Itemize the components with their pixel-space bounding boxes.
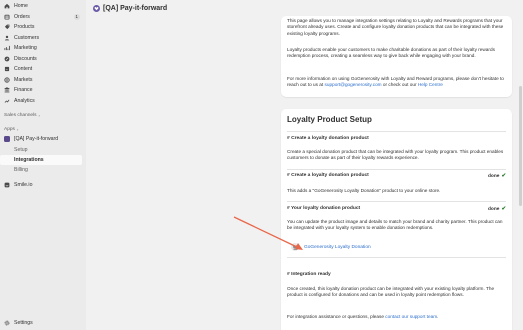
finance-icon xyxy=(4,87,10,93)
step2-text: You can update the product image and det… xyxy=(287,219,503,231)
sidebar-item-products[interactable]: Products xyxy=(0,22,86,33)
sidebar-item-label: Content xyxy=(14,66,33,73)
intro-paragraph-1: This page allows you to manage integrati… xyxy=(287,18,504,36)
sidebar-item-label: Settings xyxy=(14,319,33,326)
sidebar-app-item[interactable]: [QA] Pay-it-forward xyxy=(0,134,86,145)
step3-title: # Integration ready xyxy=(287,272,331,277)
sidebar-item-label: [QA] Pay-it-forward xyxy=(14,136,59,143)
app-logo-icon xyxy=(93,4,100,12)
page-title: [QA] Pay-it-forward xyxy=(103,4,168,12)
chevron-right-icon: › xyxy=(16,127,19,132)
sidebar-item-content[interactable]: Content xyxy=(0,64,86,75)
sidebar-item-finance[interactable]: Finance xyxy=(0,85,86,96)
sidebar-item-analytics[interactable]: Analytics xyxy=(0,96,86,107)
customers-icon xyxy=(4,35,10,41)
orders-icon xyxy=(4,14,10,20)
smile-app-icon xyxy=(4,182,10,188)
scrollbar-thumb[interactable] xyxy=(519,86,522,206)
sidebar-item-marketing[interactable]: Marketing xyxy=(0,43,86,54)
orders-count-badge: 1 xyxy=(73,13,80,20)
marketing-icon xyxy=(4,45,10,51)
sidebar-item-settings[interactable]: Settings xyxy=(0,318,33,329)
sidebar-subitem-billing[interactable]: Billing xyxy=(0,165,86,175)
sidebar-subitem-integrations[interactable]: Integrations xyxy=(0,154,82,165)
support-text: For integration assistance or questions,… xyxy=(287,314,439,319)
sidebar-subitem-setup[interactable]: Setup xyxy=(0,145,86,155)
sidebar-item-label: Finance xyxy=(14,87,33,94)
sidebar-item-smile[interactable]: Smile.io xyxy=(0,180,86,191)
app-header: [QA] Pay-it-forward xyxy=(86,0,523,16)
done-status: done ✔ xyxy=(488,173,506,179)
check-icon: ✔ xyxy=(501,206,506,212)
chevron-right-icon: › xyxy=(38,113,40,118)
check-icon: ✔ xyxy=(501,173,506,179)
sidebar-item-orders[interactable]: Orders 1 xyxy=(0,12,86,23)
product-name: GoGenerosity Loyalty Donation xyxy=(304,244,371,250)
setup-title: Loyalty Product Setup xyxy=(287,115,372,124)
sidebar-item-discounts[interactable]: Discounts xyxy=(0,54,86,65)
sidebar: Home Orders 1 Products Customers Marketi… xyxy=(0,0,86,330)
sidebar-item-customers[interactable]: Customers xyxy=(0,33,86,44)
step1b-title: # Create a loyalty donation product xyxy=(287,173,369,178)
product-thumbnail xyxy=(291,243,299,251)
step1-text: Create a special donation product that c… xyxy=(287,149,504,161)
gear-icon xyxy=(4,320,10,326)
sales-channels-header[interactable]: Sales channels › xyxy=(0,111,86,120)
app-icon xyxy=(4,136,10,143)
sidebar-item-label: Home xyxy=(14,3,28,10)
sidebar-item-label: Analytics xyxy=(14,97,35,104)
analytics-icon xyxy=(4,98,10,104)
loyalty-setup-card: Loyalty Product Setup # Create a loyalty… xyxy=(281,109,512,330)
sidebar-item-label: Markets xyxy=(14,76,33,83)
home-icon xyxy=(4,3,10,9)
sidebar-item-label: Marketing xyxy=(14,45,37,52)
sidebar-item-markets[interactable]: Markets xyxy=(0,75,86,86)
support-email-link[interactable]: support@gogenerosity.com xyxy=(325,82,382,87)
done-status: done ✔ xyxy=(488,206,506,212)
contact-support-link[interactable]: contact our support team xyxy=(385,314,437,319)
sidebar-item-home[interactable]: Home xyxy=(0,1,86,12)
sidebar-item-label: Products xyxy=(14,24,35,31)
sidebar-item-label: Orders xyxy=(14,13,30,20)
loyalty-product-link[interactable]: GoGenerosity Loyalty Donation xyxy=(291,243,371,251)
step3-text: Once created, this loyalty donation prod… xyxy=(287,286,495,298)
sidebar-item-label: Smile.io xyxy=(14,181,33,188)
products-icon xyxy=(4,24,10,30)
page-scrollbar[interactable] xyxy=(518,16,523,330)
markets-icon xyxy=(4,77,10,83)
main-content: This page allows you to manage integrati… xyxy=(86,16,523,330)
intro-card: This page allows you to manage integrati… xyxy=(281,16,512,97)
step1-title: # Create a loyalty donation product xyxy=(287,136,369,141)
help-centre-link[interactable]: Help Centre xyxy=(418,82,443,87)
sidebar-item-label: Customers xyxy=(14,34,40,41)
step2-title: # Your loyalty donation product xyxy=(287,206,361,211)
content-icon xyxy=(4,66,10,72)
apps-header[interactable]: Apps › xyxy=(0,125,86,134)
sidebar-item-label: Discounts xyxy=(14,55,37,62)
intro-paragraph-2: Loyalty products enable your customers t… xyxy=(287,47,495,59)
intro-paragraph-3: For more information on using GoGenerosi… xyxy=(287,76,504,88)
discounts-icon xyxy=(4,56,10,62)
step1b-text: This adds a "GoGenerosity Loyalty Donati… xyxy=(287,188,441,193)
